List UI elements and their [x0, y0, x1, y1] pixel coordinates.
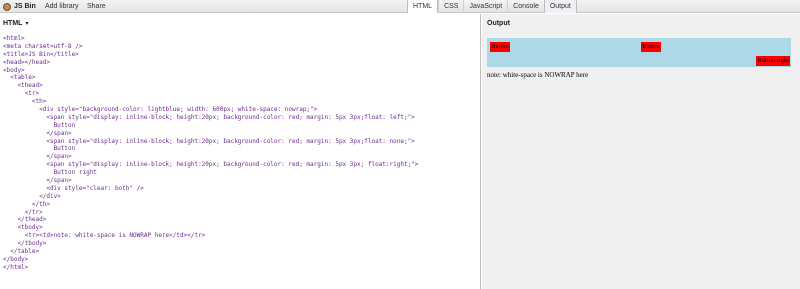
panel-tabs: HTML CSS JavaScript Console Output — [407, 0, 577, 13]
code-line: <tbody> — [3, 224, 43, 232]
code-line: </span> — [3, 129, 72, 137]
code-line: Button right — [3, 169, 97, 177]
code-line: </span> — [3, 177, 72, 185]
brand-label: JS Bin — [14, 3, 36, 10]
tab-html[interactable]: HTML — [407, 0, 439, 13]
tab-console[interactable]: Console — [507, 0, 544, 13]
code-line: <head></head> — [3, 58, 50, 66]
share-link[interactable]: Share — [87, 0, 106, 13]
code-line: <span style="display: inline-block; heig… — [3, 137, 415, 145]
output-pane-title: Output — [487, 20, 510, 27]
code-line: Button — [3, 121, 76, 129]
code-line: </th> — [3, 200, 50, 208]
code-line: <tr><td>note: white-space is NOWRAP here… — [3, 232, 206, 240]
chevron-down-icon[interactable]: ▾ — [25, 20, 28, 27]
button-right[interactable]: Button right — [756, 56, 790, 66]
jsbin-logo-icon — [3, 3, 11, 11]
code-line: Button — [3, 145, 76, 153]
code-line: <meta charset=utf-8 /> — [3, 42, 83, 50]
tab-css[interactable]: CSS — [438, 0, 463, 13]
note-text: note: white-space is NOWRAP here — [487, 71, 589, 79]
code-line: <span style="display: inline-block; heig… — [3, 161, 419, 169]
code-line: <html> — [3, 35, 25, 42]
code-line: <tr> — [3, 90, 40, 98]
code-line: </div> — [3, 192, 61, 200]
html-pane-title: HTML — [3, 20, 23, 27]
button-left[interactable]: Button — [490, 42, 510, 52]
tab-javascript[interactable]: JavaScript — [463, 0, 507, 13]
add-library-link[interactable]: Add library — [45, 0, 78, 13]
code-line: <div style="clear: both" /> — [3, 184, 144, 192]
top-toolbar: JS Bin Add library Share HTML CSS JavaSc… — [0, 0, 800, 13]
code-line: <body> — [3, 66, 25, 74]
code-line: </tbody> — [3, 240, 47, 248]
code-line: <div style="background-color: lightblue;… — [3, 106, 318, 114]
code-line: </html> — [3, 263, 29, 271]
code-line: <th> — [3, 98, 47, 106]
button-middle[interactable]: Button — [641, 42, 661, 52]
code-line: <span style="display: inline-block; heig… — [3, 113, 415, 121]
code-line: <table> — [3, 74, 36, 82]
jsbin-brand[interactable]: JS Bin — [3, 0, 36, 13]
code-line: <thead> — [3, 82, 43, 90]
lightblue-row: Button Button Button right — [487, 38, 791, 67]
code-line: <title>JS Bin</title> — [3, 50, 79, 58]
html-editor-pane: HTML ▾ <html> <meta charset=utf-8 /> <titl… — [0, 14, 481, 289]
html-code-editor[interactable]: <html> <meta charset=utf-8 /> <title>JS Bi… — [3, 35, 418, 272]
code-line: </span> — [3, 153, 72, 161]
code-line: </body> — [3, 255, 29, 263]
tab-output[interactable]: Output — [543, 0, 577, 13]
code-line: </tr> — [3, 208, 43, 216]
code-line: </table> — [3, 248, 40, 256]
code-line: </thead> — [3, 216, 47, 224]
output-pane-header: Output — [487, 20, 510, 27]
html-pane-header[interactable]: HTML ▾ — [3, 20, 28, 27]
output-preview: Button Button Button right note: white-s… — [487, 36, 791, 86]
